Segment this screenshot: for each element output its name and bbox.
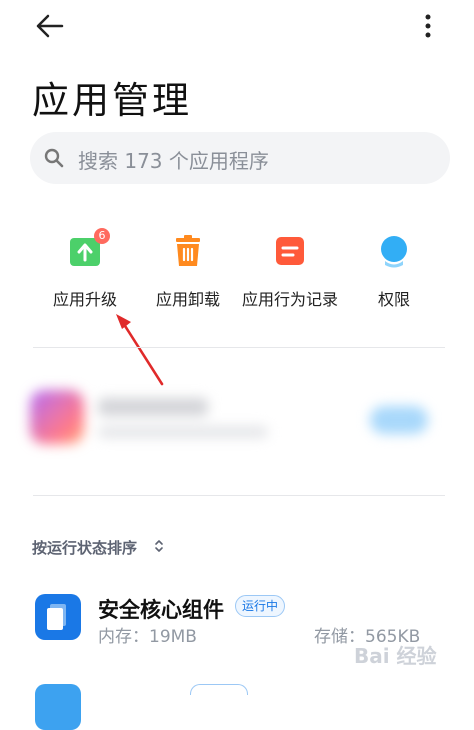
update-count-badge: 6	[94, 228, 110, 244]
search-icon	[44, 148, 64, 168]
app-memory: 内存：19MB	[98, 627, 197, 647]
more-menu-icon[interactable]	[416, 12, 440, 40]
app-uninstall-button[interactable]: 应用卸载	[136, 234, 240, 310]
permissions-label: 权限	[377, 290, 410, 309]
running-status-badge	[190, 684, 248, 695]
blurred-promo-banner[interactable]	[30, 380, 444, 472]
shield-icon	[381, 236, 407, 268]
divider	[33, 495, 445, 496]
sort-by-running-status[interactable]: 按运行状态排序	[32, 537, 137, 558]
search-placeholder: 搜索 173 个应用程序	[78, 149, 269, 173]
permissions-button[interactable]: 权限	[342, 234, 446, 310]
app-icon[interactable]	[35, 684, 81, 730]
search-input[interactable]: 搜索 173 个应用程序	[30, 132, 450, 184]
watermark: Bai 经验	[354, 644, 437, 668]
back-arrow-icon[interactable]	[30, 10, 70, 42]
annotation-arrow-icon	[116, 314, 164, 386]
app-uninstall-label: 应用卸载	[155, 290, 220, 309]
page-title: 应用管理	[32, 79, 192, 122]
security-component-icon	[47, 604, 66, 630]
divider	[33, 347, 445, 348]
app-behavior-record-label: 应用行为记录	[241, 290, 338, 309]
record-icon	[276, 237, 304, 265]
app-upgrade-label: 应用升级	[52, 290, 117, 309]
app-upgrade-button[interactable]: 6 应用升级	[33, 228, 137, 310]
running-status-badge: 运行中	[235, 595, 286, 617]
app-name[interactable]: 安全核心组件	[98, 594, 224, 624]
trash-icon	[176, 235, 200, 266]
sort-toggle-icon[interactable]	[153, 538, 165, 554]
app-behavior-record-button[interactable]: 应用行为记录	[238, 234, 342, 310]
app-icon[interactable]	[35, 594, 81, 640]
